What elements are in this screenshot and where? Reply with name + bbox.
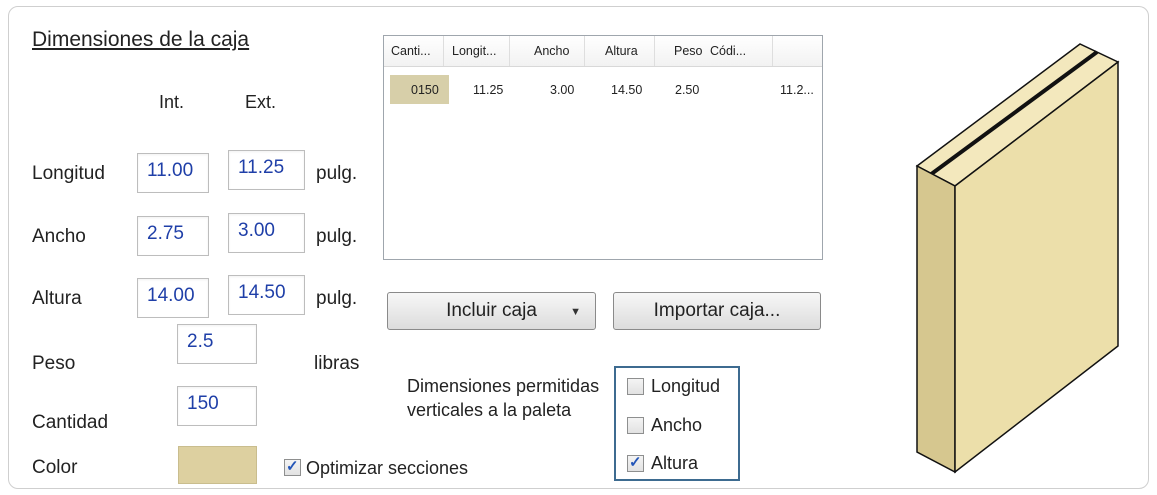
permitted-label-line1: Dimensiones permitidas bbox=[407, 376, 600, 396]
altura-unit: pulg. bbox=[316, 288, 358, 309]
cantidad-label: Cantidad bbox=[32, 412, 109, 433]
longitud-int-input[interactable]: 11.00 bbox=[137, 153, 209, 193]
optimize-checkbox[interactable]: ✓ bbox=[284, 458, 301, 476]
box-list[interactable]: Canti... Longit... Ancho Altura Peso Cód… bbox=[383, 35, 823, 260]
cell-longitud: 11.25 bbox=[473, 83, 504, 97]
color-swatch[interactable] bbox=[178, 446, 257, 484]
optimize-label: Optimizar secciones bbox=[306, 458, 469, 478]
box-list-header: Canti... Longit... Ancho Altura Peso Cód… bbox=[384, 36, 822, 67]
import-box-button[interactable]: Importar caja... bbox=[613, 292, 821, 330]
longitud-unit: pulg. bbox=[316, 163, 358, 184]
box-front-face bbox=[916, 164, 956, 474]
cell-overflow: 11.2... bbox=[780, 83, 814, 97]
permitted-label-line2: verticales a la paleta bbox=[407, 400, 572, 420]
peso-unit: libras bbox=[314, 353, 360, 374]
color-label: Color bbox=[32, 457, 78, 478]
longitud-permitted-checkbox[interactable] bbox=[627, 378, 644, 395]
box-3d-preview bbox=[915, 43, 1120, 474]
altura-permitted-label: Altura bbox=[651, 453, 699, 473]
ancho-permitted-label: Ancho bbox=[651, 415, 703, 435]
dropdown-arrow-icon: ▼ bbox=[570, 306, 581, 318]
ancho-permitted-checkbox[interactable] bbox=[627, 417, 644, 434]
peso-input[interactable]: 2.5 bbox=[177, 324, 257, 364]
longitud-ext-input[interactable]: 11.25 bbox=[228, 150, 305, 190]
altura-int-input[interactable]: 14.00 bbox=[137, 278, 209, 318]
altura-label: Altura bbox=[32, 288, 82, 309]
include-box-button[interactable]: Incluir caja ▼ bbox=[387, 292, 596, 330]
cantidad-input[interactable]: 150 bbox=[177, 386, 257, 426]
col-longitud[interactable]: Longit... bbox=[452, 44, 496, 58]
cell-ancho: 3.00 bbox=[550, 83, 575, 97]
cell-cantidad: 0150 bbox=[411, 83, 439, 97]
col-cantidad[interactable]: Canti... bbox=[391, 44, 431, 58]
longitud-permitted-label: Longitud bbox=[651, 376, 721, 396]
ancho-unit: pulg. bbox=[316, 226, 358, 247]
ancho-label: Ancho bbox=[32, 226, 86, 247]
col-ancho[interactable]: Ancho bbox=[534, 44, 569, 58]
peso-label: Peso bbox=[32, 353, 76, 374]
cell-altura: 14.50 bbox=[611, 83, 643, 97]
altura-ext-input[interactable]: 14.50 bbox=[228, 275, 305, 315]
longitud-label: Longitud bbox=[32, 163, 105, 184]
section-title: Dimensiones de la caja bbox=[32, 28, 250, 51]
col-altura[interactable]: Altura bbox=[605, 44, 638, 58]
cell-peso: 2.50 bbox=[675, 83, 700, 97]
altura-permitted-checkbox[interactable]: ✓ bbox=[627, 454, 644, 472]
header-int: Int. bbox=[159, 92, 185, 112]
include-box-label: Incluir caja bbox=[446, 300, 537, 321]
ancho-ext-input[interactable]: 3.00 bbox=[228, 213, 305, 253]
col-peso[interactable]: Peso bbox=[674, 44, 703, 58]
ancho-int-input[interactable]: 2.75 bbox=[137, 216, 209, 256]
col-codigo[interactable]: Códi... bbox=[710, 44, 746, 58]
header-ext: Ext. bbox=[245, 92, 277, 112]
